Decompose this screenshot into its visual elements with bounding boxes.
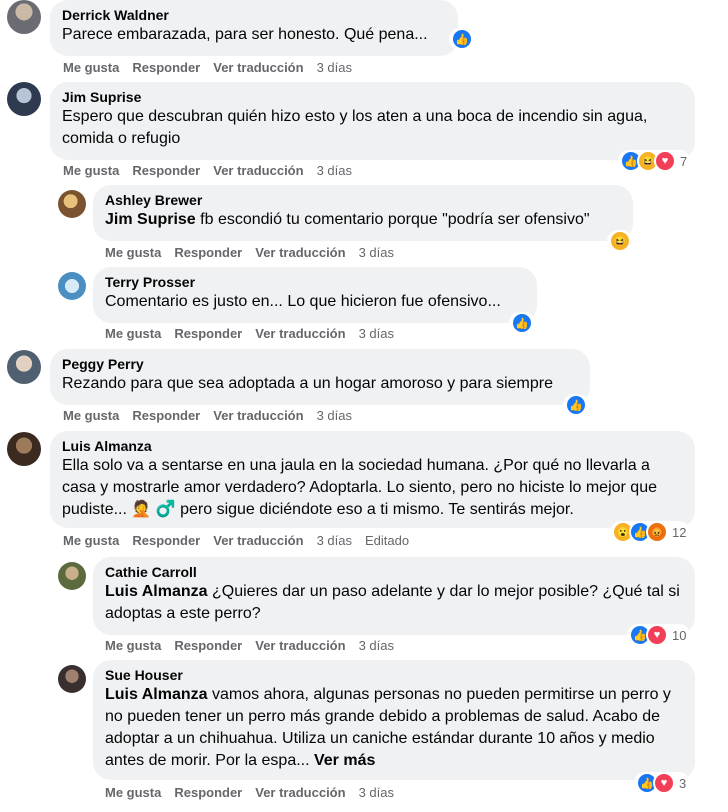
comment-actions: Me gusta Responder Ver traducción 3 días xyxy=(63,60,365,75)
comment-author[interactable]: Derrick Waldner xyxy=(62,7,446,24)
comment-bubble: Jim Suprise Espero que descubran quién h… xyxy=(50,82,695,160)
comment-bubble: Luis Almanza Ella solo va a sentarse en … xyxy=(50,431,695,528)
translate-button[interactable]: Ver traducción xyxy=(213,533,303,548)
reactions[interactable]: 😆 xyxy=(607,230,633,252)
reply-button[interactable]: Responder xyxy=(174,245,242,260)
comment-actions: Me gusta Responder Ver traducción 3 días xyxy=(105,638,407,653)
love-icon: ♥ xyxy=(646,624,668,646)
reaction-count: 10 xyxy=(672,627,687,643)
reaction-count: 7 xyxy=(680,153,688,169)
reactions[interactable]: 😮 👍 😡 12 xyxy=(610,521,691,543)
mention-link[interactable]: Luis Almanza xyxy=(105,686,208,703)
comment-text: Espero que descubran quién hizo esto y l… xyxy=(62,108,648,147)
comment-text: Luis Almanza ¿Quieres dar un paso adelan… xyxy=(105,581,683,625)
reply-button[interactable]: Responder xyxy=(132,408,200,423)
like-icon: 👍 xyxy=(511,312,533,334)
avatar[interactable] xyxy=(58,665,86,693)
comment-bubble: Cathie Carroll Luis Almanza ¿Quieres dar… xyxy=(93,557,695,635)
avatar[interactable] xyxy=(58,272,86,300)
reply-button[interactable]: Responder xyxy=(132,60,200,75)
comment-text: Comentario es justo en... Lo que hiciero… xyxy=(105,293,501,310)
avatar[interactable] xyxy=(58,190,86,218)
comment-actions: Me gusta Responder Ver traducción 3 días xyxy=(63,408,365,423)
avatar[interactable] xyxy=(7,432,41,466)
comment-author[interactable]: Terry Prosser xyxy=(105,274,525,291)
timestamp[interactable]: 3 días xyxy=(359,785,394,800)
translate-button[interactable]: Ver traducción xyxy=(255,245,345,260)
avatar[interactable] xyxy=(58,562,86,590)
mention-link[interactable]: Luis Almanza xyxy=(105,583,208,600)
reply-button[interactable]: Responder xyxy=(174,326,242,341)
comment-actions: Me gusta Responder Ver traducción 3 días xyxy=(105,785,407,800)
like-button[interactable]: Me gusta xyxy=(105,785,161,800)
comment-author[interactable]: Peggy Perry xyxy=(62,356,578,373)
reactions[interactable]: 👍 xyxy=(449,28,475,50)
like-button[interactable]: Me gusta xyxy=(63,60,119,75)
like-button[interactable]: Me gusta xyxy=(105,638,161,653)
reply-button[interactable]: Responder xyxy=(174,785,242,800)
reactions[interactable]: 👍 ♥ 3 xyxy=(634,772,691,794)
comment-author[interactable]: Sue Houser xyxy=(105,667,683,684)
like-button[interactable]: Me gusta xyxy=(105,245,161,260)
reply-button[interactable]: Responder xyxy=(132,163,200,178)
like-icon: 👍 xyxy=(565,394,587,416)
translate-button[interactable]: Ver traducción xyxy=(213,60,303,75)
comment-body: fb escondió tu comentario porque "podría… xyxy=(195,211,590,228)
comment-text: Jim Suprise fb escondió tu comentario po… xyxy=(105,209,621,231)
translate-button[interactable]: Ver traducción xyxy=(255,638,345,653)
timestamp[interactable]: 3 días xyxy=(317,533,352,548)
timestamp[interactable]: 3 días xyxy=(359,638,394,653)
comment-actions: Me gusta Responder Ver traducción 3 días xyxy=(63,163,365,178)
translate-button[interactable]: Ver traducción xyxy=(255,785,345,800)
reactions[interactable]: 👍 ♥ 10 xyxy=(627,624,691,646)
translate-button[interactable]: Ver traducción xyxy=(213,408,303,423)
timestamp[interactable]: 3 días xyxy=(317,163,352,178)
comment-text: Luis Almanza vamos ahora, algunas person… xyxy=(105,684,683,772)
avatar[interactable] xyxy=(7,82,41,116)
like-button[interactable]: Me gusta xyxy=(63,408,119,423)
avatar[interactable] xyxy=(7,0,41,34)
comment-actions: Me gusta Responder Ver traducción 3 días… xyxy=(63,533,422,548)
comment-bubble: Ashley Brewer Jim Suprise fb escondió tu… xyxy=(93,185,633,241)
reactions[interactable]: 👍 xyxy=(563,394,589,416)
comment-author[interactable]: Cathie Carroll xyxy=(105,564,683,581)
haha-icon: 😆 xyxy=(609,230,631,252)
mention-link[interactable]: Jim Suprise xyxy=(105,211,196,228)
comment-author[interactable]: Ashley Brewer xyxy=(105,192,621,209)
love-icon: ♥ xyxy=(654,150,676,172)
reply-button[interactable]: Responder xyxy=(132,533,200,548)
comment-bubble: Derrick Waldner Parece embarazada, para … xyxy=(50,0,458,56)
reactions[interactable]: 👍 😆 ♥ 7 xyxy=(618,150,692,172)
timestamp[interactable]: 3 días xyxy=(317,60,352,75)
like-icon: 👍 xyxy=(451,28,473,50)
reactions[interactable]: 👍 xyxy=(509,312,535,334)
reaction-count: 12 xyxy=(672,524,687,540)
like-button[interactable]: Me gusta xyxy=(105,326,161,341)
timestamp[interactable]: 3 días xyxy=(317,408,352,423)
comment-actions: Me gusta Responder Ver traducción 3 días xyxy=(105,326,407,341)
reaction-count: 3 xyxy=(679,775,687,791)
comment-text: Ella solo va a sentarse en una jaula en … xyxy=(62,457,657,518)
translate-button[interactable]: Ver traducción xyxy=(255,326,345,341)
reply-button[interactable]: Responder xyxy=(174,638,242,653)
comment-text: Rezando para que sea adoptada a un hogar… xyxy=(62,375,553,392)
timestamp[interactable]: 3 días xyxy=(359,326,394,341)
comment-text: Parece embarazada, para ser honesto. Qué… xyxy=(62,26,428,43)
avatar[interactable] xyxy=(7,350,41,384)
comment-bubble: Sue Houser Luis Almanza vamos ahora, alg… xyxy=(93,660,695,780)
timestamp[interactable]: 3 días xyxy=(359,245,394,260)
comment-actions: Me gusta Responder Ver traducción 3 días xyxy=(105,245,407,260)
translate-button[interactable]: Ver traducción xyxy=(213,163,303,178)
edited-label[interactable]: Editado xyxy=(365,533,409,548)
comment-bubble: Terry Prosser Comentario es justo en... … xyxy=(93,267,537,323)
see-more-link[interactable]: Ver más xyxy=(310,752,375,769)
love-icon: ♥ xyxy=(653,772,675,794)
like-button[interactable]: Me gusta xyxy=(63,163,119,178)
comment-author[interactable]: Luis Almanza xyxy=(62,438,683,455)
like-button[interactable]: Me gusta xyxy=(63,533,119,548)
comment-bubble: Peggy Perry Rezando para que sea adoptad… xyxy=(50,349,590,405)
angry-icon: 😡 xyxy=(646,521,668,543)
comment-author[interactable]: Jim Suprise xyxy=(62,89,683,106)
